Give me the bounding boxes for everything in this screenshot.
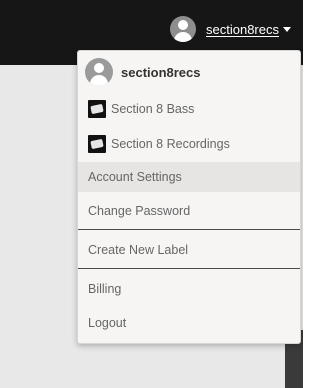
- menu-item-account-settings[interactable]: Account Settings: [78, 162, 300, 192]
- user-menu-toggle[interactable]: section8recs: [170, 16, 291, 42]
- label-logo-icon: [88, 135, 106, 153]
- menu-item-logout[interactable]: Logout: [78, 307, 300, 339]
- menu-item-label: Billing: [88, 282, 122, 296]
- menu-item-label: Logout: [88, 316, 127, 330]
- caret-down-icon: [282, 26, 291, 32]
- label-item-section-8-recordings[interactable]: Section 8 Recordings: [78, 128, 300, 160]
- label-logo-icon: [88, 100, 106, 118]
- menu-item-label: Create New Label: [88, 243, 189, 257]
- menu-item-billing[interactable]: Billing: [78, 273, 300, 305]
- user-avatar-icon: [170, 16, 196, 42]
- dropdown-header: section8recs: [78, 51, 300, 93]
- label-name: Section 8 Bass: [111, 102, 195, 116]
- user-dropdown-menu: section8recs Section 8 Bass Section 8 Re…: [77, 50, 301, 344]
- menu-item-label: Change Password: [88, 204, 191, 218]
- user-avatar-icon: [85, 58, 113, 86]
- dropdown-username: section8recs: [121, 64, 201, 80]
- menu-item-label: Account Settings: [88, 170, 182, 184]
- label-name: Section 8 Recordings: [111, 137, 230, 151]
- page: section8recs section8recs Section 8 Bass…: [0, 0, 303, 388]
- menu-divider: [78, 268, 300, 269]
- label-item-section-8-bass[interactable]: Section 8 Bass: [78, 93, 300, 125]
- topbar-username[interactable]: section8recs: [206, 22, 279, 37]
- menu-divider: [78, 229, 300, 230]
- menu-item-change-password[interactable]: Change Password: [78, 195, 300, 227]
- menu-item-create-new-label[interactable]: Create New Label: [78, 234, 300, 266]
